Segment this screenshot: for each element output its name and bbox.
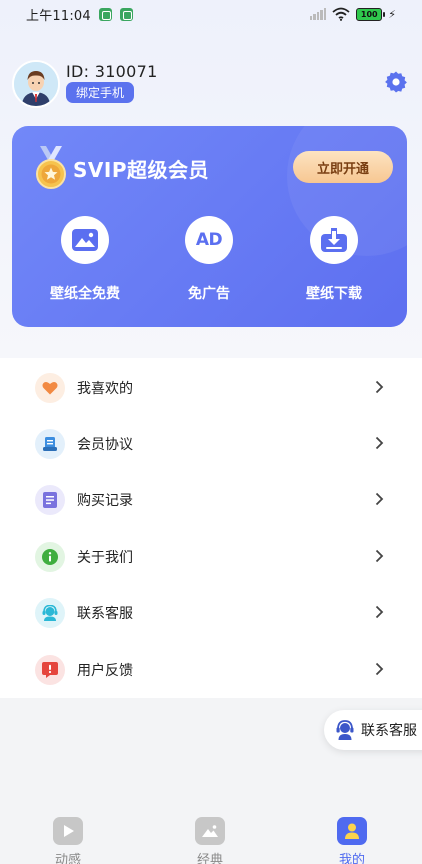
chevron-right-icon xyxy=(375,436,384,450)
tab-label: 动感 xyxy=(54,853,81,864)
profile-header: ID: 310071 绑定手机 xyxy=(12,60,410,110)
menu-label: 用户反馈 xyxy=(77,663,133,679)
chevron-right-icon xyxy=(375,492,384,506)
info-icon xyxy=(42,549,58,565)
menu-item-favorites[interactable]: 我喜欢的 xyxy=(0,359,422,415)
medal-icon xyxy=(36,146,66,189)
user-id: ID: 310071 xyxy=(66,62,158,81)
list-record-icon xyxy=(43,492,57,508)
tab-label: 我的 xyxy=(338,853,365,864)
ad-icon: AD xyxy=(195,230,223,250)
tab-dynamic[interactable]: 动感 xyxy=(28,817,108,864)
chevron-right-icon xyxy=(375,605,384,619)
bind-phone-button[interactable]: 绑定手机 xyxy=(66,82,135,103)
download-tray-icon xyxy=(321,228,347,252)
notification-app-icon xyxy=(98,7,112,21)
svip-title: SVIP超级会员 xyxy=(73,158,209,182)
benefit-download[interactable]: 壁纸下载 xyxy=(274,216,394,303)
gear-icon[interactable] xyxy=(384,70,408,94)
status-time: 上午11:04 xyxy=(26,8,91,24)
chevron-right-icon xyxy=(375,549,384,563)
chevron-right-icon xyxy=(375,662,384,676)
menu-label: 关于我们 xyxy=(77,550,133,566)
notification-app-icon xyxy=(119,7,133,21)
customer-service-icon xyxy=(336,720,354,740)
customer-service-icon xyxy=(42,605,58,621)
menu-item-contact-service[interactable]: 联系客服 xyxy=(0,584,422,640)
open-svip-button[interactable]: 立即开通 xyxy=(293,151,393,183)
battery-level: 100 xyxy=(360,9,378,19)
menu-label: 联系客服 xyxy=(77,606,133,622)
benefit-no-ads[interactable]: AD 免广告 xyxy=(149,216,269,303)
status-indicators: 100 ⚡ xyxy=(309,7,396,21)
menu-label: 我喜欢的 xyxy=(77,381,133,397)
play-icon xyxy=(64,825,74,837)
status-bar: 上午11:04 100 ⚡ xyxy=(0,0,422,28)
heart-icon xyxy=(42,381,58,395)
benefit-label: 壁纸下载 xyxy=(306,286,362,302)
floating-service-label: 联系客服 xyxy=(361,723,417,739)
menu-item-feedback[interactable]: 用户反馈 xyxy=(0,641,422,697)
wifi-icon xyxy=(332,7,350,21)
tab-label: 经典 xyxy=(196,853,223,864)
benefit-label: 壁纸全免费 xyxy=(50,286,120,302)
floating-customer-service-button[interactable]: 联系客服 xyxy=(324,710,422,750)
benefit-label: 免广告 xyxy=(188,286,230,302)
settings-menu: 我喜欢的 会员协议 购买记录 关于我们 联系客服 用户反馈 xyxy=(0,358,422,698)
tab-mine[interactable]: 我的 xyxy=(312,817,392,864)
menu-item-about-us[interactable]: 关于我们 xyxy=(0,528,422,584)
chevron-right-icon xyxy=(375,380,384,394)
menu-label: 会员协议 xyxy=(77,437,133,453)
menu-item-member-agreement[interactable]: 会员协议 xyxy=(0,415,422,471)
feedback-icon xyxy=(42,662,58,678)
member-document-icon xyxy=(43,437,57,451)
menu-item-purchase-records[interactable]: 购买记录 xyxy=(0,471,422,527)
bottom-nav: 动感 经典 我的 xyxy=(0,810,422,864)
tab-classic[interactable]: 经典 xyxy=(170,817,250,864)
menu-label: 购买记录 xyxy=(77,493,133,509)
avatar-illustration xyxy=(14,62,58,106)
svip-card: SVIP超级会员 立即开通 壁纸全免费 AD 免广告 壁纸下载 xyxy=(12,126,407,327)
avatar[interactable] xyxy=(12,60,60,108)
user-icon xyxy=(345,823,359,839)
signal-icon xyxy=(309,8,327,20)
charging-icon: ⚡ xyxy=(388,7,396,21)
benefit-free-wallpaper[interactable]: 壁纸全免费 xyxy=(25,216,145,303)
battery-icon: 100 xyxy=(356,7,386,21)
image-icon xyxy=(202,825,218,837)
mountain-image-icon xyxy=(72,229,98,251)
